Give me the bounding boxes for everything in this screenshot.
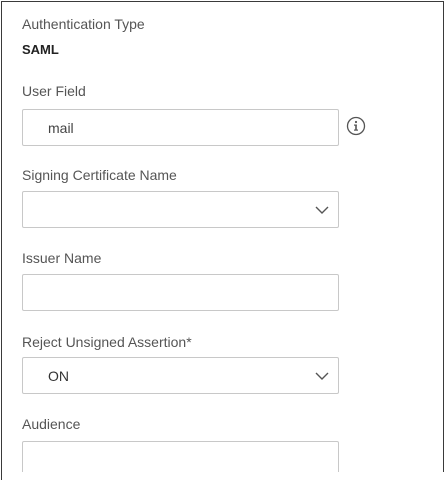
saml-settings-form: Authentication Type SAML User Field Sign… <box>1 1 445 481</box>
auth-type-label: Authentication Type <box>22 16 145 32</box>
signing-certificate-select[interactable] <box>22 191 339 228</box>
bottom-edge <box>2 472 445 481</box>
reject-unsigned-label: Reject Unsigned Assertion* <box>22 334 192 350</box>
chevron-down-icon <box>315 372 329 380</box>
info-circle-icon[interactable] <box>346 116 366 136</box>
audience-label: Audience <box>22 416 81 432</box>
auth-type-value: SAML <box>22 42 59 57</box>
issuer-name-label: Issuer Name <box>22 250 102 266</box>
issuer-name-input[interactable] <box>22 274 339 311</box>
chevron-down-icon <box>315 206 329 214</box>
reject-unsigned-value: ON <box>48 368 69 384</box>
reject-unsigned-select[interactable]: ON <box>22 357 339 394</box>
signing-certificate-label: Signing Certificate Name <box>22 167 177 183</box>
user-field-label: User Field <box>22 83 86 99</box>
user-field-input[interactable] <box>22 109 339 146</box>
